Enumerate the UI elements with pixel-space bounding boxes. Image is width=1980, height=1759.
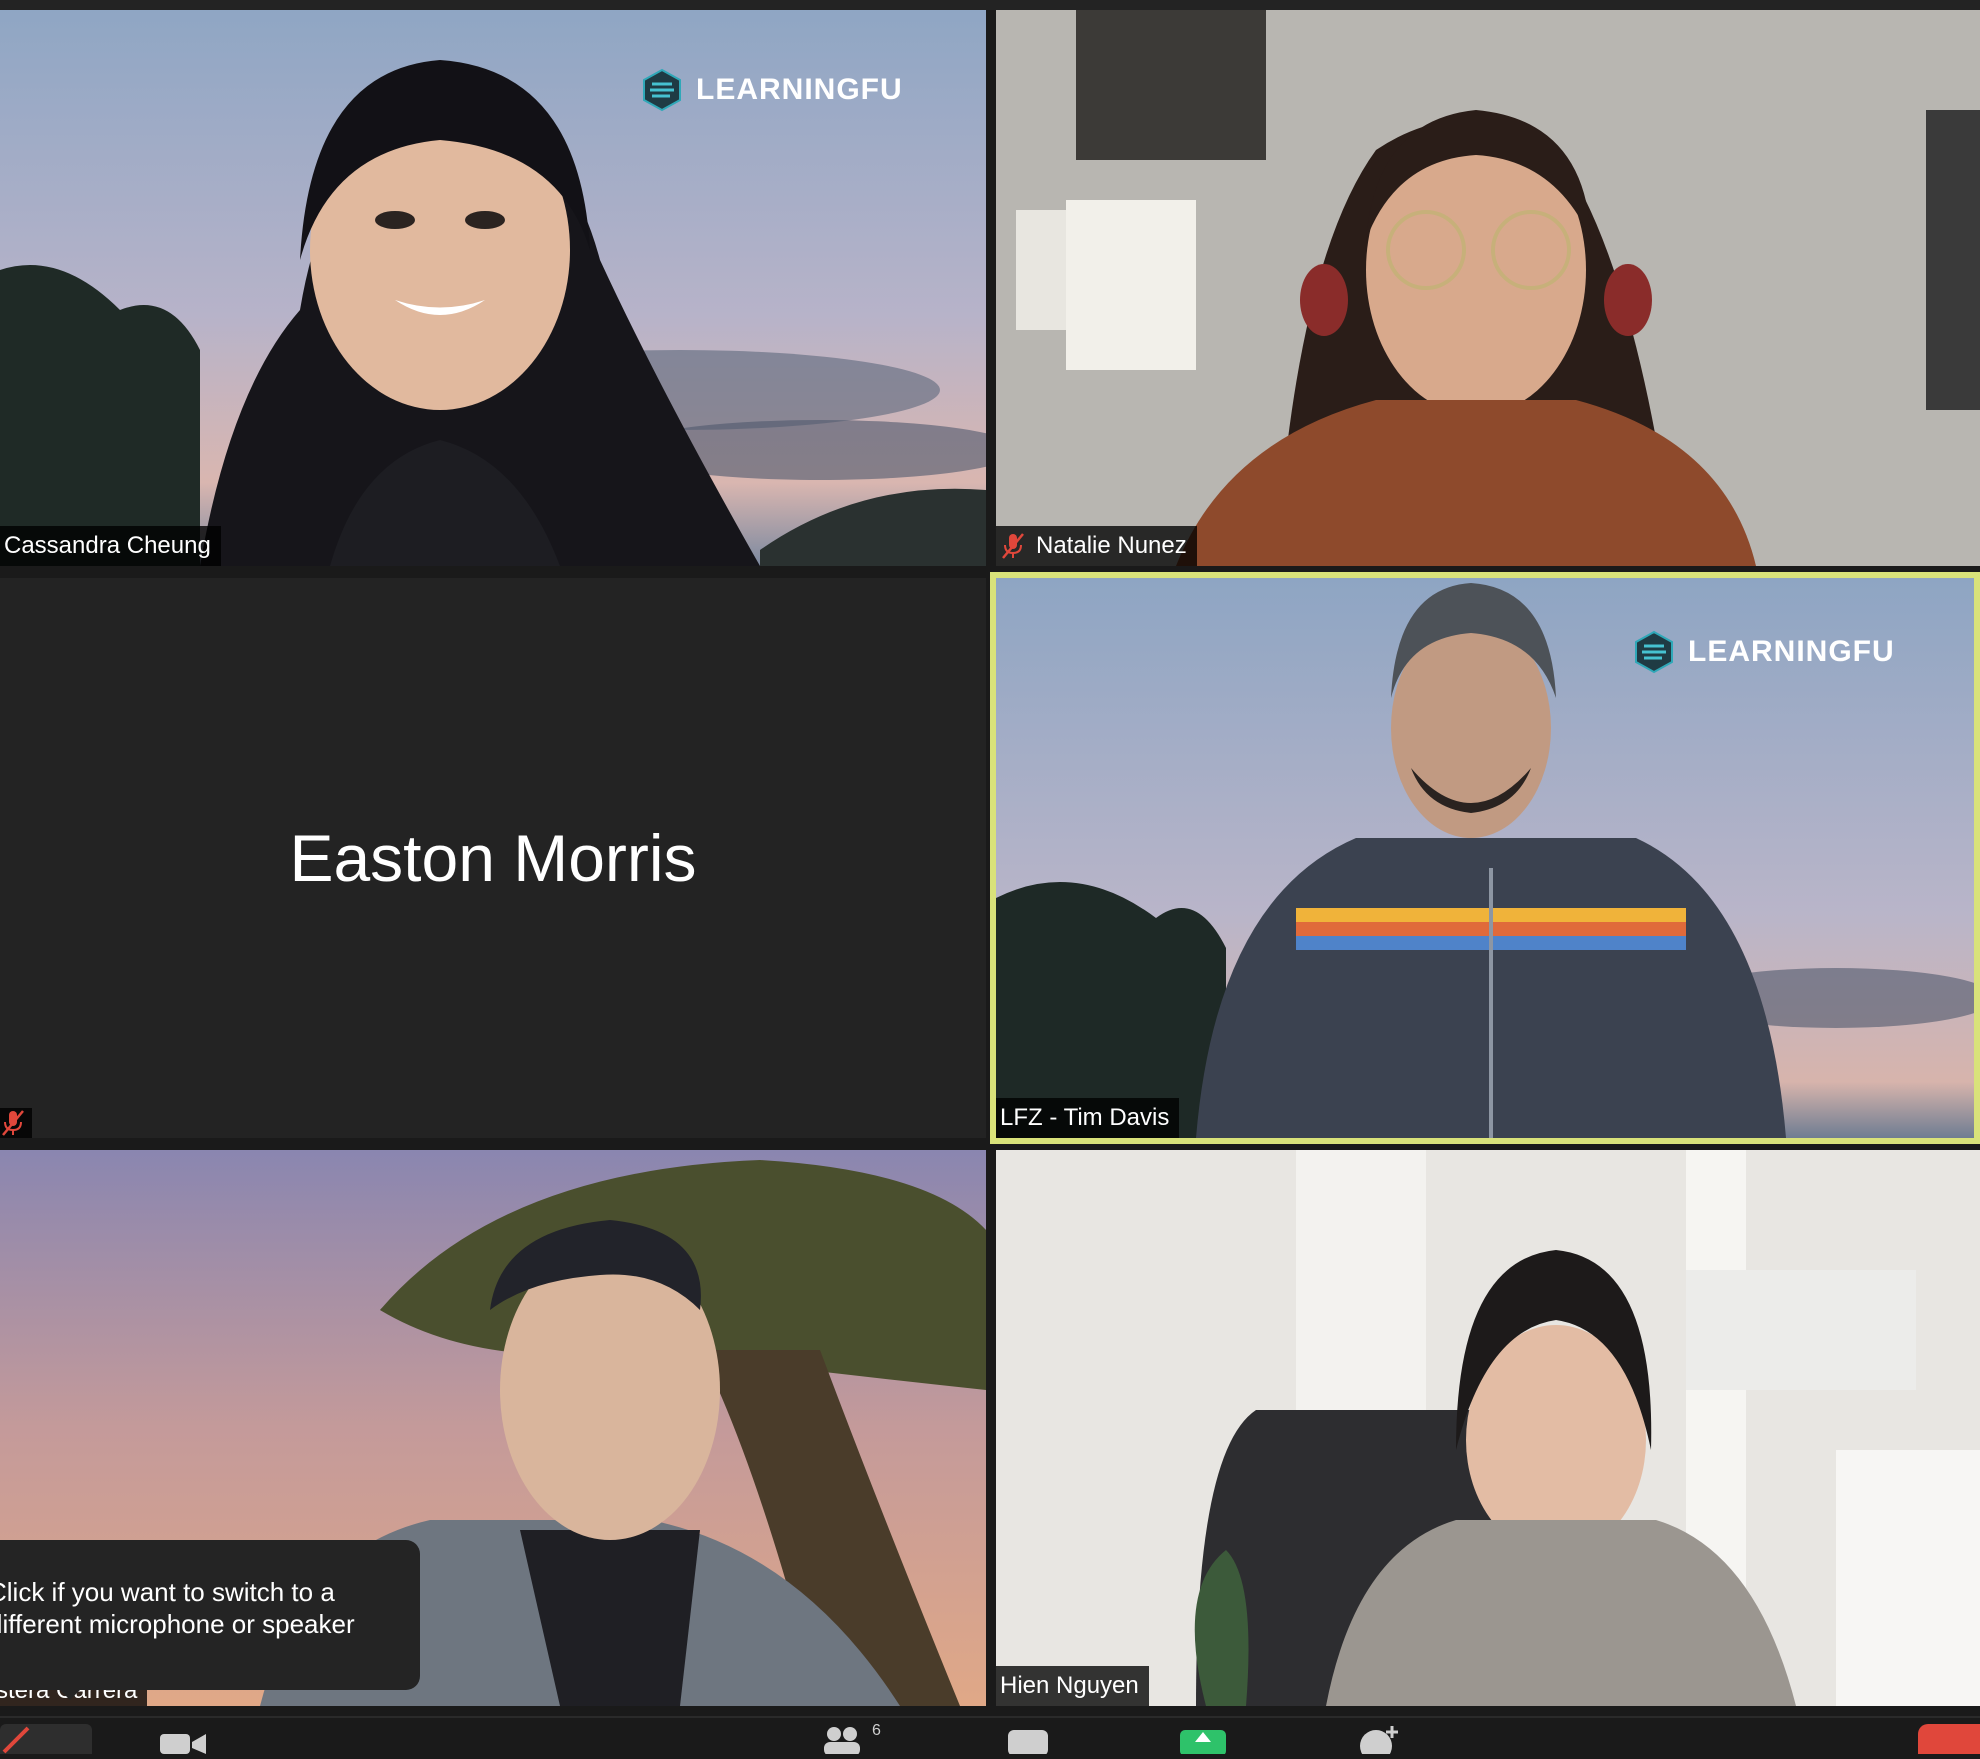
audio-device-tooltip: Click if you want to switch to a differe… xyxy=(0,1540,420,1690)
participants-button[interactable]: 6 xyxy=(820,1722,881,1759)
participant-nameplate xyxy=(0,1108,32,1138)
learningfuze-logo-icon xyxy=(1635,630,1673,674)
video-feed-hien xyxy=(996,1150,1980,1706)
chat-icon xyxy=(1008,1730,1048,1756)
video-tile-tim-active-speaker[interactable]: LEARNINGFU LFZ - Tim Davis xyxy=(990,572,1980,1144)
tooltip-line-1: Click if you want to switch to a xyxy=(0,1577,335,1607)
mute-button[interactable] xyxy=(0,1724,92,1754)
logo-text: LEARNINGFU xyxy=(696,73,903,106)
share-screen-icon xyxy=(1180,1730,1226,1756)
background-logo: LEARNINGFU xyxy=(1632,630,1895,674)
mic-muted-icon xyxy=(1002,533,1024,559)
participant-name-large: Easton Morris xyxy=(289,821,697,895)
meeting-toolbar: 6 xyxy=(0,1716,1980,1759)
participant-name: Hien Nguyen xyxy=(1000,1672,1139,1699)
participant-nameplate: Cassandra Cheung xyxy=(0,526,221,566)
leave-button[interactable] xyxy=(1918,1724,1980,1754)
participant-name: LFZ - Tim Davis xyxy=(1000,1104,1170,1131)
participant-nameplate: Natalie Nunez xyxy=(996,526,1197,566)
reactions-button[interactable] xyxy=(1354,1724,1404,1759)
participant-name: Cassandra Cheung xyxy=(4,532,211,559)
participants-icon xyxy=(824,1727,860,1756)
video-camera-icon xyxy=(160,1734,206,1754)
chat-button[interactable] xyxy=(1006,1724,1050,1759)
video-tile-hien[interactable]: Hien Nguyen xyxy=(996,1150,1980,1706)
tooltip-arrow xyxy=(58,1688,82,1700)
share-screen-button[interactable] xyxy=(1178,1724,1228,1759)
reactions-icon xyxy=(1360,1726,1398,1759)
video-tile-natalie[interactable]: Natalie Nunez xyxy=(996,10,1980,566)
participant-nameplate: Hien Nguyen xyxy=(996,1666,1149,1706)
logo-text: LEARNINGFU xyxy=(1688,635,1895,668)
tooltip-line-2: different microphone or speaker xyxy=(0,1609,355,1639)
mic-muted-icon xyxy=(2,1110,24,1136)
participants-count: 6 xyxy=(872,1722,881,1739)
video-tile-cassandra[interactable]: LEARNINGFU Cassandra Cheung xyxy=(0,10,986,566)
mic-muted-icon xyxy=(2,1726,30,1754)
window-top-strip xyxy=(0,0,1980,10)
stop-video-button[interactable] xyxy=(158,1724,208,1759)
video-tile-easton[interactable]: Easton Morris xyxy=(0,578,986,1138)
participant-nameplate: LFZ - Tim Davis xyxy=(996,1098,1180,1138)
learningfuze-logo-icon xyxy=(643,68,681,112)
participant-name: Natalie Nunez xyxy=(1036,532,1187,559)
background-logo: LEARNINGFU xyxy=(640,68,903,112)
video-feed-natalie xyxy=(996,10,1980,566)
